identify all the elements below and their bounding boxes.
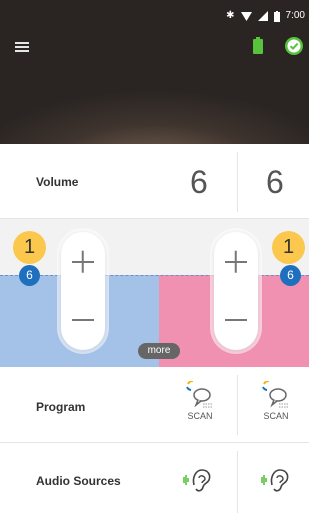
signal-icon: [257, 11, 268, 21]
right-program-mode: SCAN: [263, 411, 289, 421]
bluetooth-icon: ✱: [226, 10, 235, 21]
hearing-ear-icon[interactable]: [180, 467, 214, 493]
status-time: 7:00: [285, 10, 305, 21]
left-program-scan-button[interactable]: SCAN: [180, 381, 220, 421]
volume-label: Volume: [36, 175, 79, 189]
volume-control-area: 1 6 1 6 more: [0, 219, 309, 367]
right-volume-down-button[interactable]: [214, 298, 258, 342]
hamburger-menu-icon[interactable]: [15, 42, 29, 52]
right-program-scan-button[interactable]: SCAN: [256, 381, 296, 421]
volume-row: Volume 6 6: [0, 144, 309, 219]
right-volume-slider[interactable]: [214, 232, 258, 350]
scan-program-icon: [186, 381, 213, 408]
status-bar: ✱ 7:00: [226, 10, 305, 22]
divider: [237, 375, 238, 435]
right-program-badge: 1: [272, 231, 305, 264]
left-volume-up-button[interactable]: [61, 240, 105, 284]
right-level-badge: 6: [280, 265, 301, 286]
battery-icon: [253, 37, 263, 54]
check-circle-icon[interactable]: [285, 37, 303, 55]
app-header: ✱ 7:00: [0, 0, 309, 144]
volume-left-value[interactable]: 6: [190, 166, 208, 198]
level-dashed-line: [0, 275, 309, 276]
program-label: Program: [36, 400, 86, 414]
left-program-mode: SCAN: [187, 411, 213, 421]
right-volume-up-button[interactable]: [214, 240, 258, 284]
left-volume-slider[interactable]: [61, 232, 105, 350]
battery-icon: [273, 10, 280, 22]
program-row: Program SCAN SCAN: [0, 367, 309, 443]
wifi-icon: [240, 11, 252, 21]
divider: [237, 152, 238, 212]
scan-program-icon: [262, 381, 289, 408]
hearing-ear-icon[interactable]: [258, 467, 292, 493]
audio-sources-row: Audio Sources: [0, 443, 309, 513]
volume-right-value[interactable]: 6: [266, 166, 284, 198]
left-program-badge: 1: [13, 231, 46, 264]
left-volume-down-button[interactable]: [61, 298, 105, 342]
audio-sources-label: Audio Sources: [36, 474, 121, 488]
divider: [237, 451, 238, 513]
left-level-badge: 6: [19, 265, 40, 286]
more-button[interactable]: more: [138, 343, 180, 359]
